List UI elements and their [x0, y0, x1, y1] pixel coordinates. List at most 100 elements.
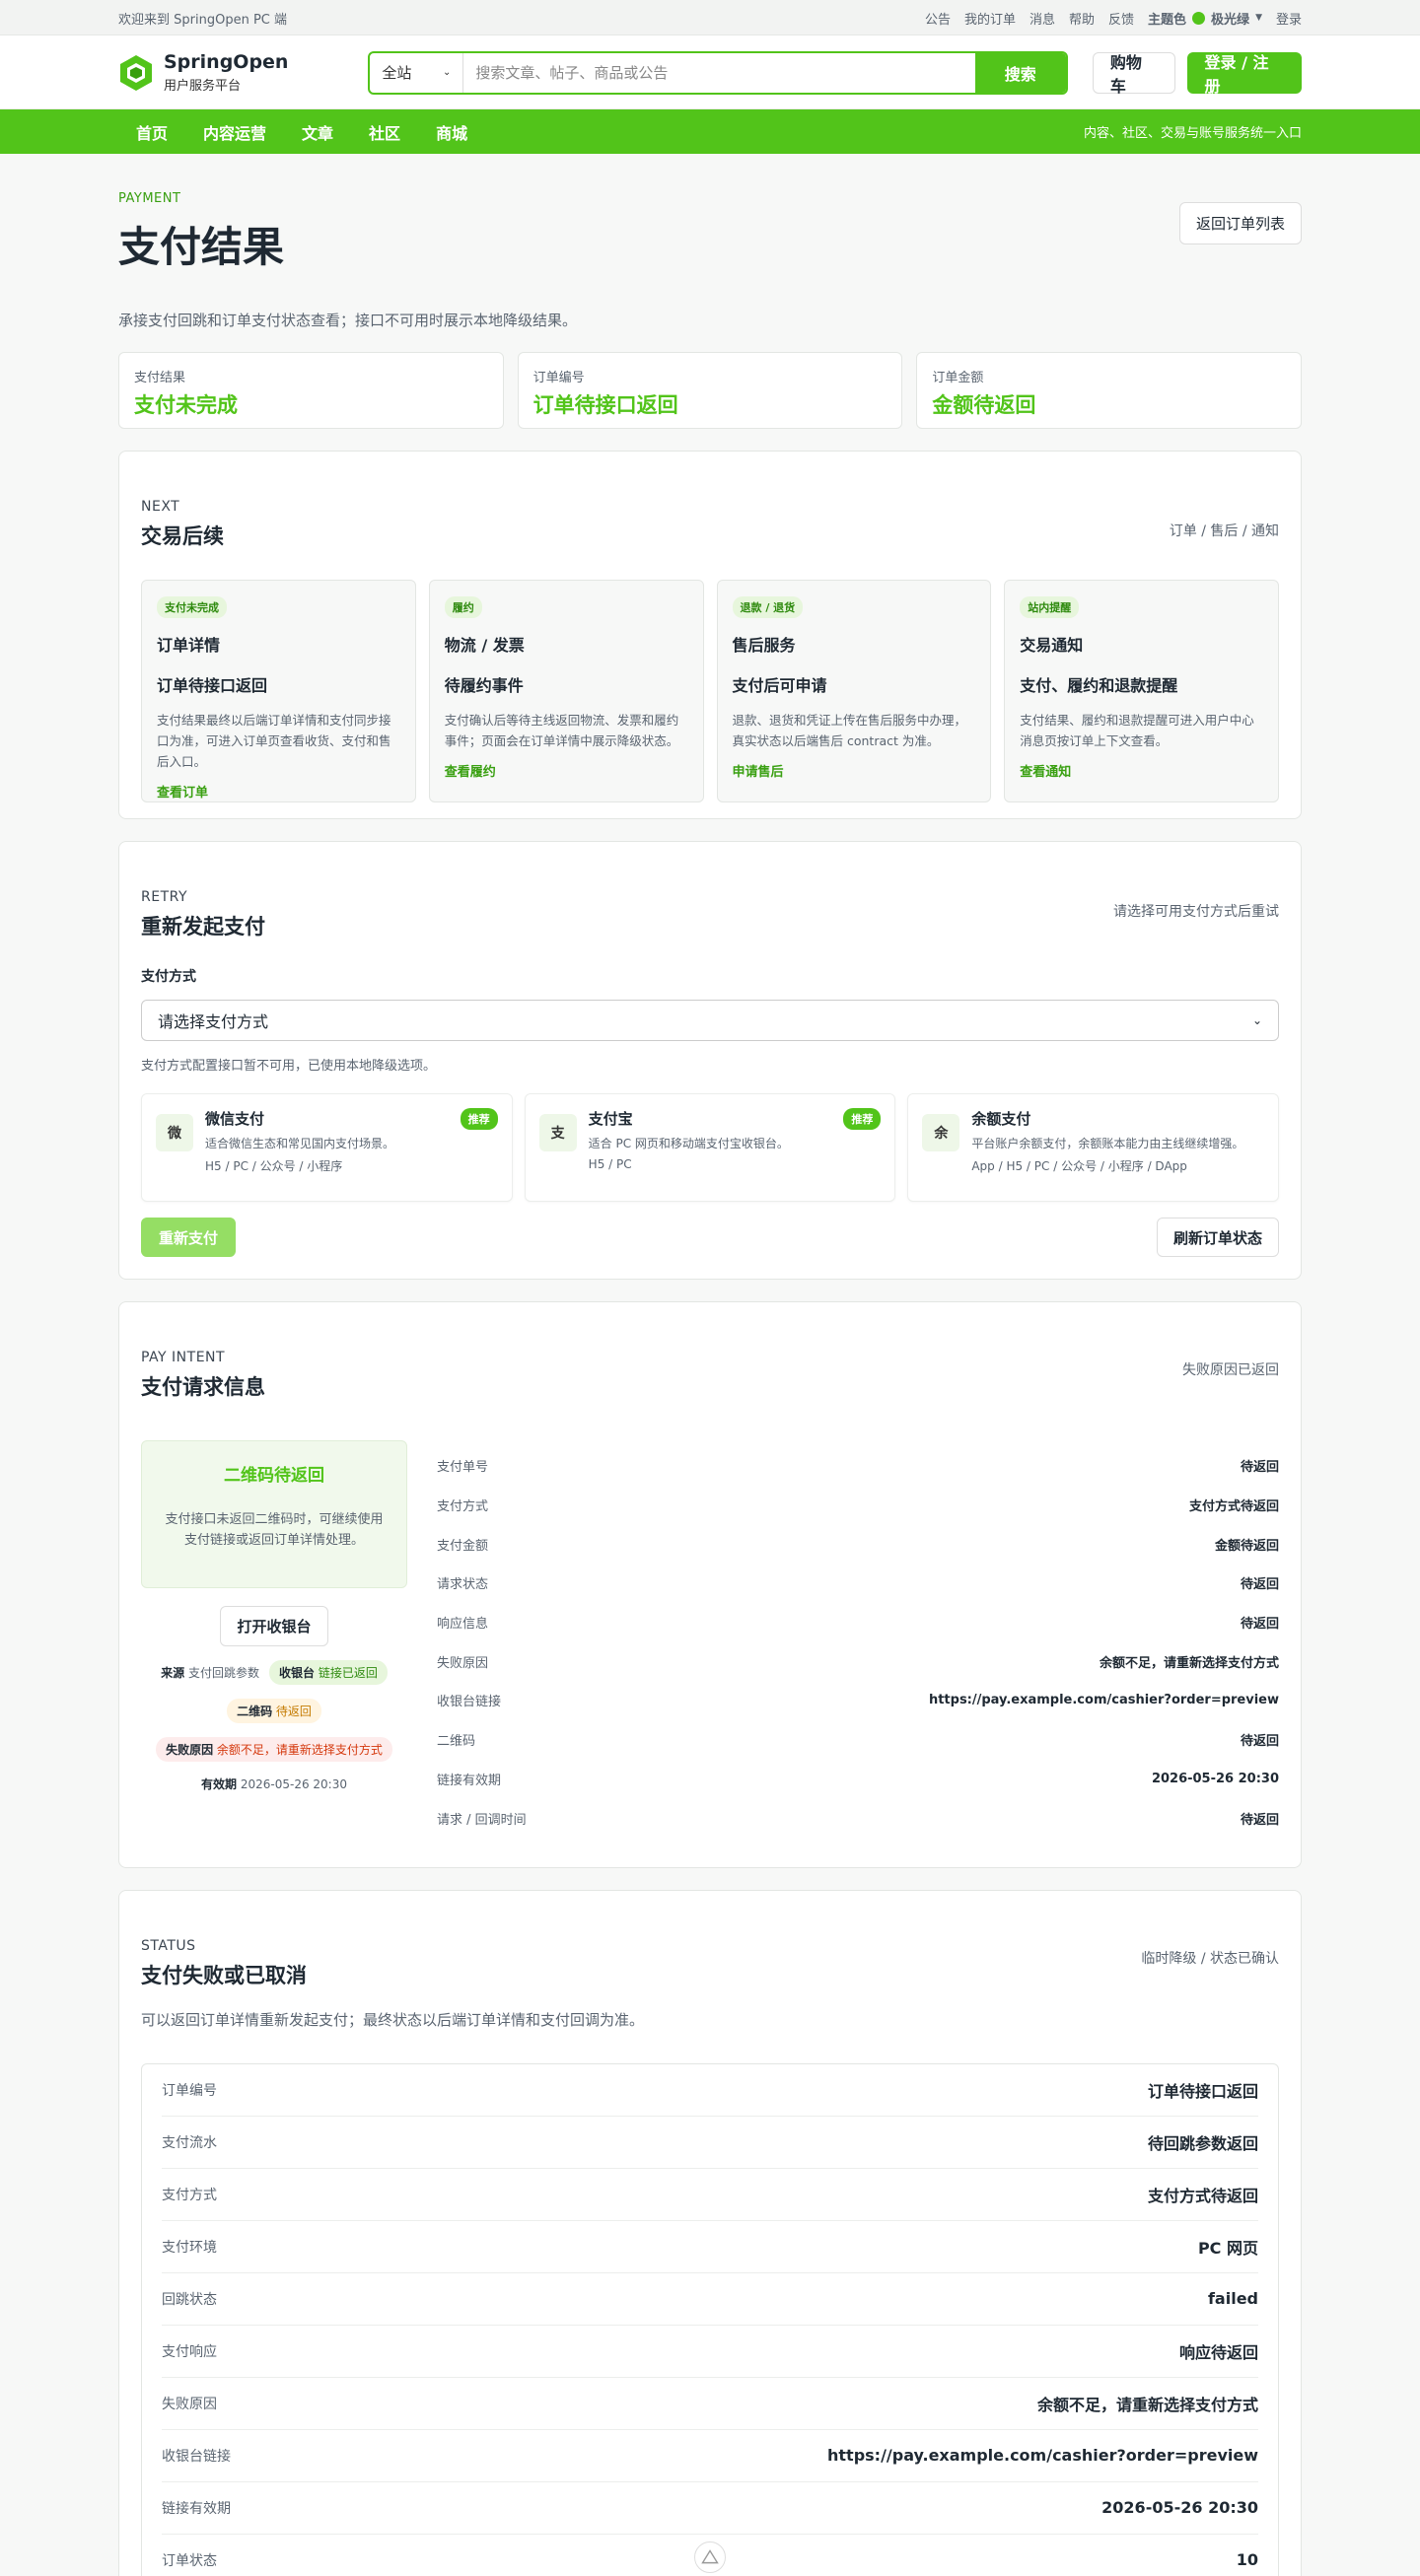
nav-item-community[interactable]: 社区 — [351, 120, 418, 144]
help-link[interactable]: 帮助 — [1069, 9, 1095, 28]
next-card-order: 支付未完成 订单详情 订单待接口返回 支付结果最终以后端订单详情和支付同步接口为… — [141, 580, 416, 802]
next-card-subheading: 待履约事件 — [444, 676, 524, 695]
payment-option-terminals: H5 / PC / 公众号 / 小程序 — [205, 1159, 343, 1173]
cart-button[interactable]: 购物车 — [1092, 51, 1175, 96]
retry-payment-button[interactable]: 重新支付 — [141, 1218, 237, 1257]
payment-option-desc: 适合微信生态和常见国内支付场景。 — [205, 1137, 395, 1150]
row-key: 支付流水 — [162, 2134, 217, 2151]
login-register-button[interactable]: 登录 / 注册 — [1186, 51, 1302, 96]
view-order-link[interactable]: 查看订单 — [157, 782, 400, 801]
meta-value: 链接已返回 — [318, 1666, 378, 1680]
stat-value: 金额待返回 — [932, 393, 1036, 417]
row-value: 2026-05-26 20:30 — [1101, 2498, 1258, 2518]
refresh-order-status-button[interactable]: 刷新订单状态 — [1156, 1218, 1279, 1257]
payment-method-select[interactable]: 请选择支付方式 ⌄ — [141, 1000, 1279, 1041]
section-title: 支付请求信息 — [141, 1375, 265, 1399]
qr-panel: 二维码待返回 支付接口未返回二维码时，可继续使用支付链接或返回订单详情处理。 打… — [141, 1440, 407, 1838]
summary-stats: 支付结果 支付未完成 订单编号 订单待接口返回 订单金额 金额待返回 — [118, 352, 1303, 429]
section-title: 重新发起支付 — [141, 915, 265, 939]
search-bar: 全站 ⌄ 搜索文章、帖子、商品或公告 搜索 — [368, 50, 1068, 95]
meta-value: 支付回跳参数 — [187, 1666, 259, 1680]
payment-method-options: 微 微信支付 适合微信生态和常见国内支付场景。 H5 / PC / 公众号 / … — [141, 1093, 1280, 1202]
search-scope-value: 全站 — [382, 64, 412, 82]
login-link[interactable]: 登录 — [1276, 9, 1302, 28]
detail-key: 请求 / 回调时间 — [437, 1812, 527, 1828]
theme-label: 主题色 — [1148, 12, 1187, 28]
notice-link[interactable]: 公告 — [925, 9, 951, 28]
recommended-badge: 推荐 — [460, 1108, 498, 1130]
payment-option-desc: 适合 PC 网页和移动端支付宝收银台。 — [588, 1137, 789, 1150]
floating-dev-icon[interactable] — [694, 2541, 726, 2573]
next-card-subheading: 支付后可申请 — [732, 676, 827, 695]
detail-row: 支付单号 待返回 — [437, 1446, 1279, 1486]
detail-value: 待返回 — [1240, 1577, 1279, 1593]
section-meta: 订单 / 售后 / 通知 — [1169, 523, 1279, 539]
nav-item-articles[interactable]: 文章 — [284, 120, 351, 144]
theme-switcher[interactable]: 主题色 极光绿 ▼ — [1148, 9, 1262, 28]
row-key: 链接有效期 — [162, 2500, 231, 2517]
detail-value: 余额不足，请重新选择支付方式 — [1099, 1655, 1279, 1671]
fail-reason-pill: 失败原因 余额不足，请重新选择支付方式 — [156, 1737, 392, 1762]
nav-tagline: 内容、社区、交易与账号服务统一入口 — [1083, 126, 1302, 141]
site-header: SpringOpen 用户服务平台 全站 ⌄ 搜索文章、帖子、商品或公告 搜索 … — [0, 35, 1420, 109]
next-card-after-sales: 退款 / 退货 售后服务 支付后可申请 退款、退货和凭证上传在售后服务中办理，真… — [716, 580, 992, 802]
section-eyebrow: PAY INTENT — [141, 1350, 226, 1365]
top-bar: 欢迎来到 SpringOpen PC 端 公告 我的订单 消息 帮助 反馈 主题… — [0, 0, 1420, 35]
search-input[interactable]: 搜索文章、帖子、商品或公告 — [463, 53, 974, 93]
view-notifications-link[interactable]: 查看通知 — [1020, 761, 1263, 780]
feedback-link[interactable]: 反馈 — [1108, 9, 1134, 28]
payment-option-alipay[interactable]: 支 支付宝 适合 PC 网页和移动端支付宝收银台。 H5 / PC 推荐 — [524, 1093, 896, 1202]
next-steps-section: NEXT 交易后续 订单 / 售后 / 通知 支付未完成 订单详情 订单待接口返… — [118, 451, 1302, 819]
next-card-heading: 订单详情 — [157, 636, 221, 655]
payment-option-wechat[interactable]: 微 微信支付 适合微信生态和常见国内支付场景。 H5 / PC / 公众号 / … — [141, 1093, 513, 1202]
row-value: 支付方式待返回 — [1147, 2186, 1258, 2205]
next-card-text: 支付确认后等待主线返回物流、发票和履约事件；页面会在订单详情中展示降级状态。 — [444, 713, 679, 748]
table-row: 支付流水 待回跳参数返回 — [162, 2117, 1258, 2169]
payment-option-balance[interactable]: 余 余额支付 平台账户余额支付，余额账本能力由主线继续增强。 App / H5 … — [907, 1093, 1280, 1202]
detail-value: 待返回 — [1240, 1460, 1279, 1476]
table-row: 收银台链接 https://pay.example.com/cashier?ord… — [162, 2430, 1258, 2482]
stat-label: 支付结果 — [134, 371, 186, 385]
detail-key: 支付方式 — [437, 1499, 489, 1515]
cashier-url-value[interactable]: https://pay.example.com/cashier?order=pr… — [827, 2446, 1258, 2465]
triangle-logo-icon — [701, 2549, 719, 2564]
detail-key: 请求状态 — [437, 1577, 489, 1593]
row-key: 支付响应 — [162, 2343, 217, 2360]
next-card-text: 退款、退货和凭证上传在售后服务中办理，真实状态以后端售后 contract 为准… — [732, 713, 967, 748]
next-card-heading: 物流 / 发票 — [444, 636, 525, 655]
row-key: 支付环境 — [162, 2239, 217, 2256]
view-fulfillment-link[interactable]: 查看履约 — [445, 761, 688, 780]
brand-logo[interactable]: SpringOpen 用户服务平台 — [118, 51, 368, 94]
detail-key: 收银台链接 — [437, 1695, 502, 1710]
wechat-pay-icon: 微 — [156, 1114, 193, 1151]
detail-value: 2026-05-26 20:30 — [1151, 1771, 1279, 1786]
detail-value: 待返回 — [1240, 1812, 1279, 1828]
stat-label: 订单金额 — [932, 371, 984, 385]
nav-item-home[interactable]: 首页 — [118, 120, 185, 144]
detail-row: 请求 / 回调时间 待返回 — [437, 1798, 1279, 1838]
back-to-orders-button[interactable]: 返回订单列表 — [1178, 202, 1302, 244]
messages-link[interactable]: 消息 — [1030, 9, 1055, 28]
pay-intent-details: 支付单号 待返回 支付方式 支付方式待返回 支付金额 金额待返回 请求状态 待返回 响应… — [437, 1440, 1279, 1838]
source-meta: 来源 支付回跳参数 — [161, 1664, 259, 1681]
cashier-url-value[interactable]: https://pay.example.com/cashier?order=pr… — [929, 1693, 1279, 1707]
open-cashier-button[interactable]: 打开收银台 — [220, 1606, 328, 1646]
search-scope-select[interactable]: 全站 ⌄ — [370, 52, 464, 93]
nav-item-content-ops[interactable]: 内容运营 — [185, 120, 284, 144]
table-row: 回跳状态 failed — [162, 2273, 1258, 2326]
next-card-tag: 退款 / 退货 — [732, 596, 804, 618]
next-card-tag: 支付未完成 — [157, 596, 227, 618]
stat-payment-result: 支付结果 支付未完成 — [118, 352, 504, 429]
nav-item-mall[interactable]: 商城 — [418, 120, 485, 144]
table-row: 失败原因 余额不足，请重新选择支付方式 — [162, 2378, 1258, 2430]
apply-after-sales-link[interactable]: 申请售后 — [733, 761, 976, 780]
chevron-down-icon: ▼ — [1255, 13, 1262, 23]
payment-method-label: 支付方式 — [141, 969, 196, 985]
detail-key: 支付单号 — [437, 1460, 489, 1476]
search-button[interactable]: 搜索 — [974, 52, 1066, 93]
meta-value: 2026-05-26 20:30 — [240, 1777, 347, 1791]
detail-row: 收银台链接 https://pay.example.com/cashier?ord… — [437, 1681, 1279, 1720]
status-description: 可以返回订单详情重新发起支付；最终状态以后端订单详情和支付回调为准。 — [141, 2010, 645, 2029]
my-orders-link[interactable]: 我的订单 — [964, 9, 1016, 28]
page-description: 承接支付回跳和订单支付状态查看；接口不可用时展示本地降级结果。 — [118, 312, 578, 329]
